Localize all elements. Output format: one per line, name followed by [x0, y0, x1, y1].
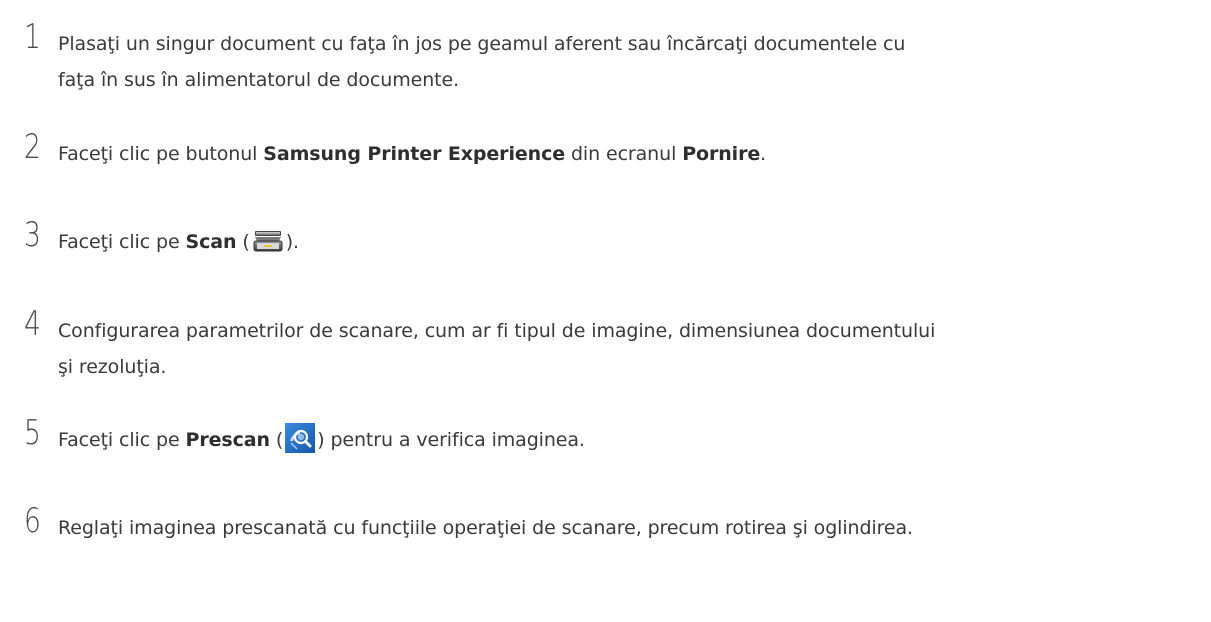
step-number: 4: [24, 304, 41, 344]
step-text-part: Faceţi clic pe: [58, 231, 186, 253]
step-text-part: ).: [285, 231, 299, 253]
step-text-line: faţa în sus în alimentatorul de document…: [58, 69, 460, 91]
step-text-line: Plasaţi un singur document cu faţa în jo…: [58, 33, 906, 55]
step-text-line: Reglaţi imaginea prescanată cu funcţiile…: [58, 517, 913, 539]
instruction-steps: 1 Plasaţi un singur document cu faţa în …: [0, 0, 1211, 622]
step-text-part: (: [236, 231, 250, 253]
step-number: 1: [24, 17, 41, 57]
step-text-part: (: [269, 429, 284, 451]
start-screen-label: Pornire: [682, 143, 761, 165]
step-text: Faceţi clic pe butonul Samsung Printer E…: [58, 136, 766, 172]
step-text-part: din ecranul: [565, 143, 683, 165]
step-text-line: şi rezoluţia.: [58, 356, 167, 378]
step-text-part: Faceţi clic pe butonul: [58, 143, 264, 165]
step-text-part: ) pentru a verifica imaginea.: [317, 429, 585, 451]
step-number: 2: [24, 127, 41, 167]
step-text: Plasaţi un singur document cu faţa în jo…: [58, 26, 905, 98]
step-text: Faceţi clic pe Scan ().: [58, 224, 299, 260]
scanner-icon: [253, 229, 283, 253]
step-text-part: .: [760, 143, 767, 165]
step-number: 3: [24, 215, 41, 255]
step-number: 6: [24, 501, 41, 541]
app-name-label: Samsung Printer Experience: [263, 143, 566, 165]
step-number: 5: [24, 413, 41, 453]
step-text-line: Configurarea parametrilor de scanare, cu…: [58, 320, 936, 342]
step-text: Configurarea parametrilor de scanare, cu…: [58, 313, 935, 385]
step-text: Reglaţi imaginea prescanată cu funcţiile…: [58, 510, 913, 546]
scan-label: Scan: [185, 231, 237, 253]
step-text-part: Faceţi clic pe: [58, 429, 186, 451]
prescan-icon: [285, 422, 316, 453]
step-text: Faceţi clic pe Prescan ( ) pentru a veri…: [58, 422, 585, 458]
prescan-label: Prescan: [185, 429, 271, 451]
